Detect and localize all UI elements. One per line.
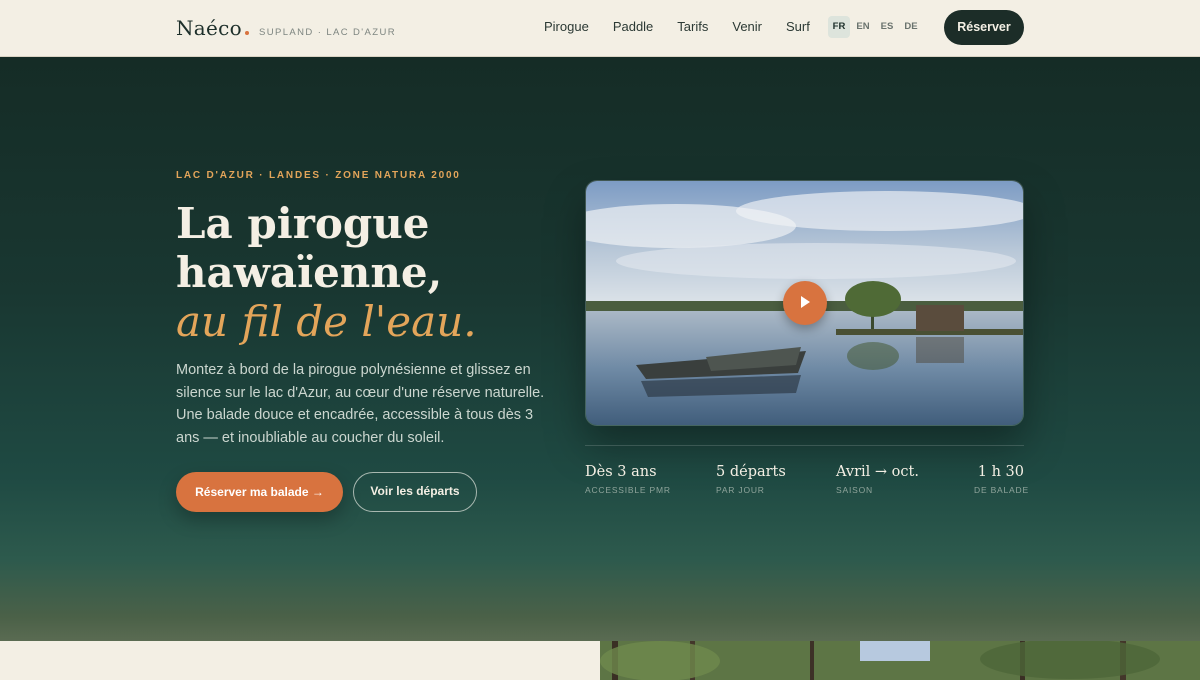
hero-section: LAC D'AZUR · LANDES · ZONE NATURA 2000 L… — [0, 57, 1200, 641]
stat-season-label: SAISON — [836, 485, 873, 495]
stat-departures: 5 départs PAR JOUR — [716, 464, 786, 495]
top-navigation: Naéco SUPLAND · LAC D'AZUR Pirogue Paddl… — [0, 0, 1200, 57]
lang-es[interactable]: ES — [876, 16, 898, 38]
hero-eyebrow: LAC D'AZUR · LANDES · ZONE NATURA 2000 — [176, 170, 461, 181]
hero-title: La pirogue hawaïenne, — [176, 199, 443, 297]
book-ride-button[interactable]: Réserver ma balade → — [176, 472, 343, 512]
stat-departures-label: PAR JOUR — [716, 485, 765, 495]
forest-photo — [600, 641, 1200, 680]
stat-duration: 1 h 30 DE BALADE — [974, 464, 1029, 495]
stat-age: Dès 3 ans ACCESSIBLE PMR — [585, 464, 671, 495]
hero-video[interactable] — [585, 180, 1024, 426]
language-switcher: FR EN ES DE — [828, 16, 922, 38]
hero-title-accent: au fil de l'eau. — [176, 297, 477, 346]
brand-logo[interactable]: Naéco — [176, 16, 242, 40]
brand-subtitle: SUPLAND · LAC D'AZUR — [259, 27, 396, 38]
lang-fr[interactable]: FR — [828, 16, 850, 38]
nav-link-venir[interactable]: Venir — [732, 19, 762, 34]
next-section-panel — [0, 641, 600, 680]
brand-dot — [245, 31, 249, 35]
nav-link-surf[interactable]: Surf — [786, 19, 810, 34]
stat-season-value: Avril → oct. — [836, 464, 919, 480]
stat-season: Avril → oct. SAISON — [836, 464, 919, 495]
stats-divider — [585, 445, 1024, 446]
stat-departures-value: 5 départs — [716, 464, 786, 480]
stat-age-label: ACCESSIBLE PMR — [585, 485, 671, 495]
hero-lead: Montez à bord de la pirogue polynésienne… — [176, 362, 545, 446]
main-menu: Pirogue Paddle Tarifs Venir Surf — [544, 19, 810, 34]
stat-duration-value: 1 h 30 — [977, 464, 1024, 480]
play-icon[interactable] — [783, 281, 827, 325]
nav-link-paddle[interactable]: Paddle — [613, 19, 653, 34]
nav-link-tarifs[interactable]: Tarifs — [677, 19, 708, 34]
stat-age-value: Dès 3 ans — [585, 464, 657, 480]
nav-link-pirogue[interactable]: Pirogue — [544, 19, 589, 34]
lang-de[interactable]: DE — [900, 16, 922, 38]
see-departures-button[interactable]: Voir les départs — [353, 472, 477, 512]
stat-duration-label: DE BALADE — [974, 485, 1029, 495]
reserve-button[interactable]: Réserver — [944, 10, 1024, 45]
lang-en[interactable]: EN — [852, 16, 874, 38]
